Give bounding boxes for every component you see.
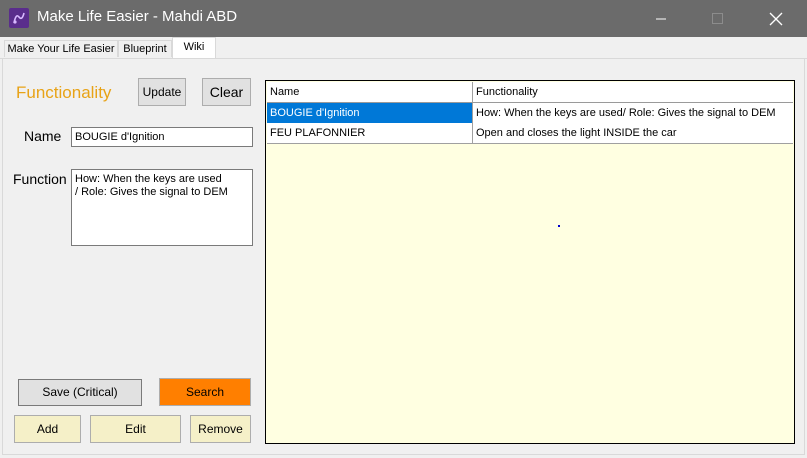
- grid-artifact-dot: [558, 225, 560, 227]
- table-cell-functionality[interactable]: How: When the keys are used/ Role: Gives…: [473, 103, 793, 123]
- minimize-icon: [656, 18, 666, 20]
- column-header-functionality[interactable]: Functionality: [473, 82, 793, 102]
- maximize-icon: [712, 13, 723, 24]
- window-title: Make Life Easier - Mahdi ABD: [37, 8, 238, 25]
- tab-make-your-life-easier[interactable]: Make Your Life Easier: [4, 40, 118, 57]
- function-label: Function: [13, 171, 67, 187]
- table-row[interactable]: FEU PLAFONNIER Open and closes the light…: [267, 123, 793, 144]
- name-input[interactable]: BOUGIE d'Ignition: [71, 127, 253, 147]
- functionality-heading: Functionality: [16, 83, 112, 102]
- close-button[interactable]: [753, 0, 799, 37]
- minimize-button[interactable]: [638, 0, 684, 37]
- column-header-name[interactable]: Name: [267, 82, 473, 102]
- search-button[interactable]: Search: [159, 378, 251, 406]
- table-cell-functionality[interactable]: Open and closes the light INSIDE the car: [473, 123, 793, 143]
- add-button[interactable]: Add: [14, 415, 81, 443]
- functionality-table[interactable]: Name Functionality BOUGIE d'Ignition How…: [265, 80, 795, 444]
- tab-strip: Make Your Life Easier Blueprint Wiki: [0, 37, 807, 59]
- remove-button[interactable]: Remove: [190, 415, 251, 443]
- close-icon: [769, 12, 783, 26]
- tab-wiki[interactable]: Wiki: [172, 37, 216, 59]
- name-label: Name: [24, 128, 62, 144]
- update-button[interactable]: Update: [138, 78, 186, 106]
- edit-button[interactable]: Edit: [90, 415, 181, 443]
- maximize-button[interactable]: [694, 0, 740, 37]
- table-row[interactable]: BOUGIE d'Ignition How: When the keys are…: [267, 103, 793, 124]
- function-textarea[interactable]: How: When the keys are used / Role: Give…: [71, 169, 253, 246]
- save-critical-button[interactable]: Save (Critical): [18, 379, 142, 406]
- app-logo-icon: [9, 8, 29, 28]
- tab-blueprint[interactable]: Blueprint: [118, 40, 172, 57]
- title-bar: Make Life Easier - Mahdi ABD: [0, 0, 807, 37]
- table-cell-name[interactable]: BOUGIE d'Ignition: [267, 103, 473, 123]
- table-header: Name Functionality: [267, 82, 793, 103]
- table-cell-name[interactable]: FEU PLAFONNIER: [267, 123, 473, 143]
- clear-button[interactable]: Clear: [202, 78, 251, 106]
